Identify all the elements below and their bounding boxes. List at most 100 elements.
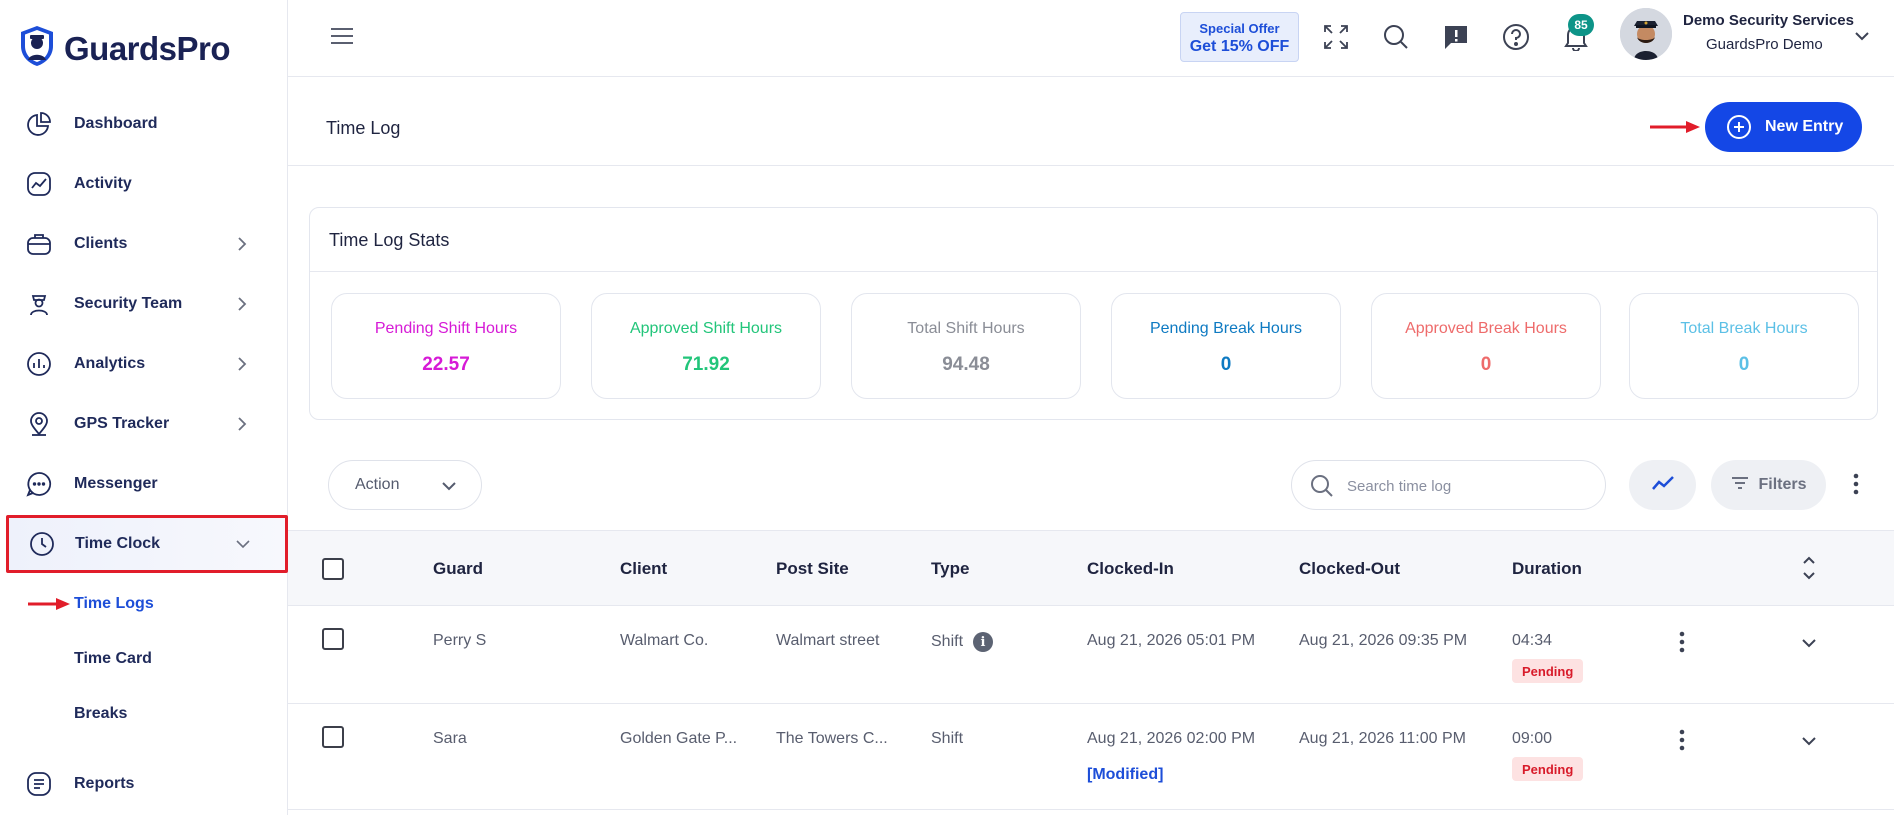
stat-value: 71.92 <box>682 354 730 375</box>
document-icon <box>24 769 54 799</box>
divider <box>310 271 1877 272</box>
sidebar-item-gps-tracker[interactable]: GPS Tracker <box>0 396 288 452</box>
table-row[interactable]: Sara Golden Gate P... The Towers C... Sh… <box>288 704 1894 810</box>
table-row[interactable]: Perry S Walmart Co. Walmart street Shift… <box>288 606 1894 704</box>
column-header-duration[interactable]: Duration <box>1512 559 1582 579</box>
expand-row-chevron-icon[interactable] <box>1801 734 1817 752</box>
cell-duration: 04:34 <box>1512 632 1553 649</box>
chevron-down-icon[interactable] <box>1854 28 1870 49</box>
sidebar-subitem-time-logs[interactable]: Time Logs <box>74 595 154 613</box>
stat-value: 0 <box>1738 354 1750 375</box>
page-header: Time Log New Entry <box>288 78 1894 166</box>
user-name[interactable]: Demo Security Services <box>1683 12 1854 29</box>
sidebar-item-label: Time Clock <box>75 535 161 552</box>
stat-label: Approved Break Hours <box>1405 320 1567 337</box>
sort-toggle-icon[interactable] <box>1802 555 1816 586</box>
app-root: GuardsPro Dashboard Activity Clients Sec… <box>0 0 1894 815</box>
new-entry-button[interactable]: New Entry <box>1705 102 1862 152</box>
row-options-icon[interactable] <box>1678 630 1686 659</box>
special-offer-button[interactable]: Special Offer Get 15% OFF <box>1180 12 1299 62</box>
cell-clocked-out: Aug 21, 2026 09:35 PM <box>1299 632 1468 649</box>
guard-icon <box>24 289 54 319</box>
modified-link[interactable]: [Modified] <box>1087 766 1163 784</box>
sidebar-item-reports[interactable]: Reports <box>0 756 288 812</box>
status-badge: Pending <box>1512 757 1584 781</box>
avatar[interactable] <box>1620 8 1672 60</box>
column-header-clocked-out[interactable]: Clocked-Out <box>1299 559 1400 579</box>
action-dropdown[interactable]: Action <box>328 460 482 510</box>
sidebar-subitem-time-card[interactable]: Time Card <box>74 650 152 668</box>
brand-name: GuardsPro <box>64 29 231 67</box>
sidebar-item-label: GPS Tracker <box>74 415 170 432</box>
chevron-right-icon <box>234 356 250 372</box>
sidebar-item-dashboard[interactable]: Dashboard <box>0 96 288 152</box>
sidebar-item-messenger[interactable]: Messenger <box>0 456 288 512</box>
cell-guard: Sara <box>433 730 467 747</box>
hamburger-menu-icon[interactable] <box>330 26 354 51</box>
row-checkbox[interactable] <box>322 726 344 748</box>
stat-total-shift-hours: Total Shift Hours 94.48 <box>851 293 1081 399</box>
chart-toggle-button[interactable] <box>1629 460 1696 510</box>
notification-count-badge: 85 <box>1568 14 1594 36</box>
cell-type: Shift <box>931 730 964 747</box>
location-pin-icon <box>24 409 54 439</box>
red-arrow-annotation-icon <box>28 597 70 611</box>
sidebar-item-label: Dashboard <box>74 115 158 132</box>
stat-label: Approved Shift Hours <box>629 320 783 337</box>
filters-button[interactable]: Filters <box>1711 460 1826 510</box>
info-icon[interactable]: i <box>973 632 994 652</box>
stat-label: Total Shift Hours <box>907 320 1025 337</box>
search-icon[interactable] <box>1381 22 1411 52</box>
type-label: Shift <box>931 633 964 651</box>
sidebar-item-time-clock[interactable]: Time Clock <box>6 515 288 573</box>
stats-title: Time Log Stats <box>329 230 450 250</box>
search-input[interactable] <box>1347 473 1587 499</box>
sidebar-item-analytics[interactable]: Analytics <box>0 336 288 392</box>
cell-client: Walmart Co. <box>620 632 709 649</box>
sidebar-item-activity[interactable]: Activity <box>0 156 288 212</box>
fullscreen-icon[interactable] <box>1321 22 1351 52</box>
time-log-stats-card: Time Log Stats Pending Shift Hours 22.57… <box>309 207 1878 420</box>
stat-label: Total Break Hours <box>1680 320 1808 337</box>
status-badge: Pending <box>1512 659 1584 683</box>
expand-row-chevron-icon[interactable] <box>1801 636 1817 654</box>
cell-post-site: The Towers C... <box>776 730 888 747</box>
chevron-down-icon <box>441 479 457 498</box>
sidebar-subitem-breaks[interactable]: Breaks <box>74 705 127 723</box>
cell-clocked-in: Aug 21, 2026 05:01 PM <box>1087 632 1256 649</box>
help-icon[interactable] <box>1501 22 1531 52</box>
chat-bubble-icon <box>24 469 54 499</box>
filters-label: Filters <box>1758 476 1807 493</box>
sidebar-item-label: Reports <box>74 775 135 792</box>
stat-pending-break-hours: Pending Break Hours 0 <box>1111 293 1341 399</box>
stat-approved-break-hours: Approved Break Hours 0 <box>1371 293 1601 399</box>
sidebar-item-label: Messenger <box>74 475 158 492</box>
sidebar-item-clients[interactable]: Clients <box>0 216 288 272</box>
cell-clocked-in: Aug 21, 2026 02:00 PM <box>1087 730 1256 747</box>
table-header: Guard Client Post Site Type Clocked-In C… <box>288 530 1894 606</box>
column-header-client[interactable]: Client <box>620 559 667 579</box>
top-bar: Special Offer Get 15% OFF 85 Demo Securi… <box>288 0 1894 77</box>
cell-client: Golden Gate P... <box>620 730 738 747</box>
row-checkbox[interactable] <box>322 628 344 650</box>
cell-duration: 09:00 <box>1512 730 1553 747</box>
column-header-clocked-in[interactable]: Clocked-In <box>1087 559 1174 579</box>
feedback-icon[interactable] <box>1441 22 1471 52</box>
select-all-checkbox[interactable] <box>322 558 344 580</box>
page-title: Time Log <box>326 118 401 138</box>
clock-icon <box>27 529 57 559</box>
column-header-post-site[interactable]: Post Site <box>776 559 849 579</box>
shield-logo-icon <box>18 24 56 73</box>
cell-clocked-out: Aug 21, 2026 11:00 PM <box>1299 730 1466 747</box>
pie-chart-icon <box>24 109 54 139</box>
more-options-icon[interactable] <box>1852 472 1860 501</box>
stat-value: 22.57 <box>422 354 470 375</box>
new-entry-label: New Entry <box>1765 118 1844 135</box>
sidebar-item-security-team[interactable]: Security Team <box>0 276 288 332</box>
brand-logo[interactable]: GuardsPro <box>18 24 231 73</box>
red-arrow-annotation-icon <box>1650 120 1700 139</box>
column-header-type[interactable]: Type <box>931 559 969 579</box>
row-options-icon[interactable] <box>1678 728 1686 757</box>
column-header-guard[interactable]: Guard <box>433 559 483 579</box>
stat-value: 94.48 <box>942 354 990 375</box>
